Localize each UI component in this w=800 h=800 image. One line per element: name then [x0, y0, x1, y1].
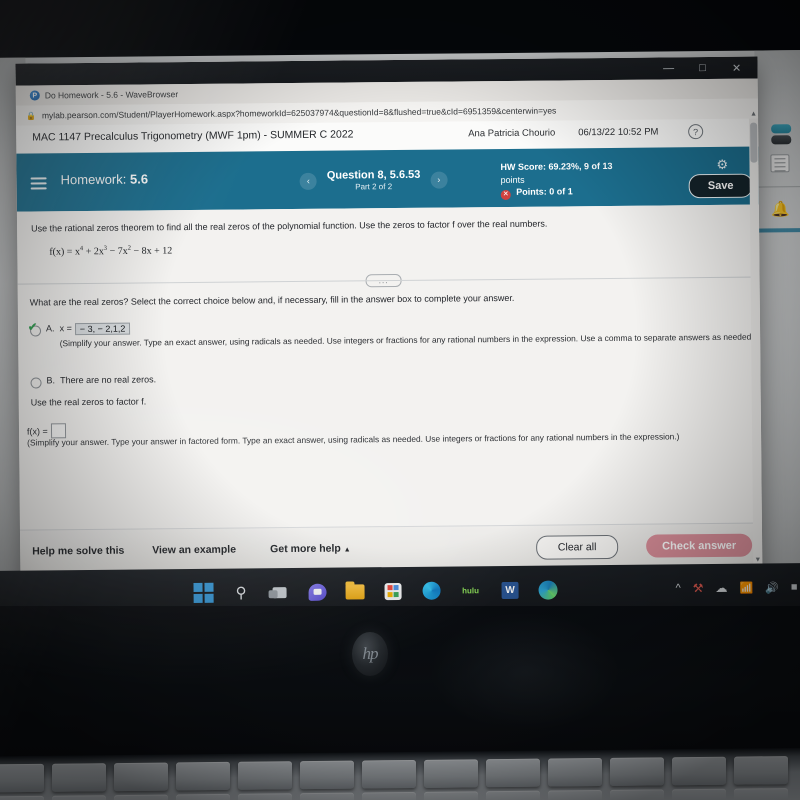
choice-b-text: There are no real zeros. [59, 374, 157, 386]
photo-top-border [0, 0, 800, 50]
polynomial-formula: f(x) = x4 + 2x3 − 7x2 − 8x + 12 [49, 244, 172, 258]
volume-icon[interactable]: 🔊 [765, 581, 779, 594]
pearson-favicon: P [29, 90, 40, 101]
question-instruction: Use the rational zeros theorem to find a… [31, 218, 548, 234]
error-x-icon: ✕ [500, 190, 511, 201]
wavebrowser-icon[interactable] [537, 579, 558, 600]
browser-tab[interactable]: P Do Homework - 5.6 - WaveBrowser [22, 84, 187, 106]
formula-t2: + 2x [83, 246, 104, 258]
network-icon[interactable]: 📶 [739, 581, 753, 594]
question-title-block: Question 8, 5.6.53 Part 2 of 2 [327, 169, 421, 192]
timestamp: 06/13/22 10:52 PM [578, 126, 659, 139]
radio-choice-b[interactable] [30, 377, 42, 389]
get-more-help-link[interactable]: Get more help ▲ [270, 542, 351, 556]
formula-t3: − 7x [107, 245, 128, 258]
radio-choice-a[interactable] [29, 325, 42, 337]
formula-lhs: f(x) = x [49, 246, 80, 258]
word-icon[interactable]: W [499, 579, 520, 600]
chevron-left-icon[interactable]: ‹ [299, 172, 317, 190]
caret-up-icon: ▲ [343, 546, 351, 554]
laptop-deck [0, 606, 800, 756]
browser-window: — □ ✕ P Do Homework - 5.6 - WaveBrowser … [15, 56, 763, 604]
microsoft-store-icon[interactable] [382, 580, 403, 601]
keyboard-row-top [0, 747, 800, 800]
question-prompt: What are the real zeros? Select the corr… [29, 292, 515, 308]
start-button[interactable] [192, 582, 214, 603]
hw-score-line2: points [500, 174, 525, 185]
vertical-scrollbar-thumb[interactable] [750, 122, 758, 163]
points-label: Points: 0 of 1 [516, 186, 573, 197]
battery-icon[interactable]: ■ [791, 581, 798, 593]
homework-number: 5.6 [129, 171, 149, 187]
fx-label: f(x) = [26, 425, 48, 437]
desktop-divider [755, 186, 800, 188]
chevron-up-icon[interactable]: ^ [675, 582, 680, 594]
hamburger-menu-icon[interactable] [30, 174, 47, 192]
hp-logo: hp [352, 632, 388, 676]
formula-t4: − 8x + 12 [130, 245, 173, 257]
minimize-icon[interactable]: — [651, 57, 685, 79]
onedrive-cloud-icon[interactable]: ☁ [715, 581, 727, 595]
choice-a-letter: A. [45, 323, 55, 334]
lock-icon: 🔒 [25, 110, 36, 121]
maximize-icon[interactable]: □ [685, 57, 719, 79]
question-title: Question 8, 5.6.53 [326, 168, 421, 182]
user-name: Ana Patricia Chourio [468, 127, 556, 140]
bell-icon[interactable]: 🔔 [771, 200, 790, 218]
close-icon[interactable]: ✕ [719, 57, 753, 79]
hulu-label: hulu [462, 585, 480, 595]
desktop-accent-bar [756, 228, 800, 233]
file-explorer-icon[interactable] [344, 580, 365, 602]
choice-b-letter: B. [46, 375, 56, 386]
address-bar-url: mylab.pearson.com/Student/PlayerHomework… [41, 105, 557, 121]
laptop-screen: 🔔 — □ ✕ P Do Homework - 5.6 - WaveBrowse… [0, 40, 800, 620]
clear-all-button[interactable]: Clear all [536, 534, 619, 560]
score-block: HW Score: 69.23%, 9 of 13 points ✕ Point… [500, 160, 613, 201]
homework-header: Homework: 5.6 ‹ Question 8, 5.6.53 Part … [16, 146, 759, 212]
zeros-answer-input[interactable]: − 3, − 2,1,2 [74, 322, 131, 336]
help-me-solve-this-link[interactable]: Help me solve this [32, 545, 124, 558]
task-view-icon[interactable] [268, 582, 289, 603]
laptop-keyboard [0, 747, 800, 800]
desktop-pill-icon-2[interactable] [771, 135, 792, 145]
hulu-icon[interactable]: hulu [458, 580, 482, 601]
view-an-example-link[interactable]: View an example [152, 544, 236, 557]
choice-a-content: x = − 3, − 2,1,2 (Simplify your answer. T… [59, 316, 762, 349]
chat-teams-icon[interactable] [306, 581, 327, 602]
browser-tab-title: Do Homework - 5.6 - WaveBrowser [44, 89, 179, 101]
edge-browser-icon[interactable] [420, 580, 441, 601]
photo-scene: 🔔 — □ ✕ P Do Homework - 5.6 - WaveBrowse… [0, 0, 800, 800]
homework-title: Homework: 5.6 [61, 171, 149, 187]
system-tray: ^ ⚒ ☁ 📶 🔊 ■ [675, 563, 797, 612]
screen-glint [430, 612, 620, 732]
question-part: Part 2 of 2 [355, 182, 393, 192]
tray-app-icon[interactable]: ⚒ [693, 581, 704, 595]
choice-a[interactable]: A. x =− 3, − 2,1,2 (Simplify your answer… [29, 317, 756, 350]
document-icon[interactable] [770, 154, 790, 173]
question-navigator: ‹ Question 8, 5.6.53 Part 2 of 2 › [278, 159, 468, 201]
choice-a-prefix: x = [59, 323, 72, 334]
factored-form-input[interactable] [50, 423, 66, 439]
check-answer-button[interactable]: Check answer [646, 533, 753, 558]
save-button[interactable]: Save [688, 173, 753, 199]
question-body: Use the rational zeros theorem to find a… [16, 204, 762, 530]
homework-label: Homework: [60, 171, 127, 188]
choice-b[interactable]: B. There are no real zeros. [30, 374, 157, 389]
search-icon[interactable]: ⚲ [230, 582, 251, 603]
hw-score-line1: HW Score: 69.23%, 9 of 13 [500, 160, 613, 173]
scroll-up-arrow-icon[interactable]: ▲ [750, 111, 757, 118]
fx-hint: (Simplify your answer. Type your answer … [27, 431, 680, 448]
gear-icon[interactable]: ⚙ [716, 157, 728, 173]
chevron-right-icon[interactable]: › [430, 171, 448, 189]
factor-instruction: Use the real zeros to factor f. [30, 396, 147, 408]
desktop-pill-icon[interactable] [771, 124, 792, 134]
get-more-help-label: Get more help [270, 542, 341, 556]
question-mark-icon[interactable]: ? [688, 124, 704, 140]
course-title: MAC 1147 Precalculus Trigonometry (MWF 1… [32, 128, 354, 144]
window-controls: — □ ✕ [651, 57, 753, 80]
choice-a-hint: (Simplify your answer. Type an exact ans… [59, 331, 757, 349]
